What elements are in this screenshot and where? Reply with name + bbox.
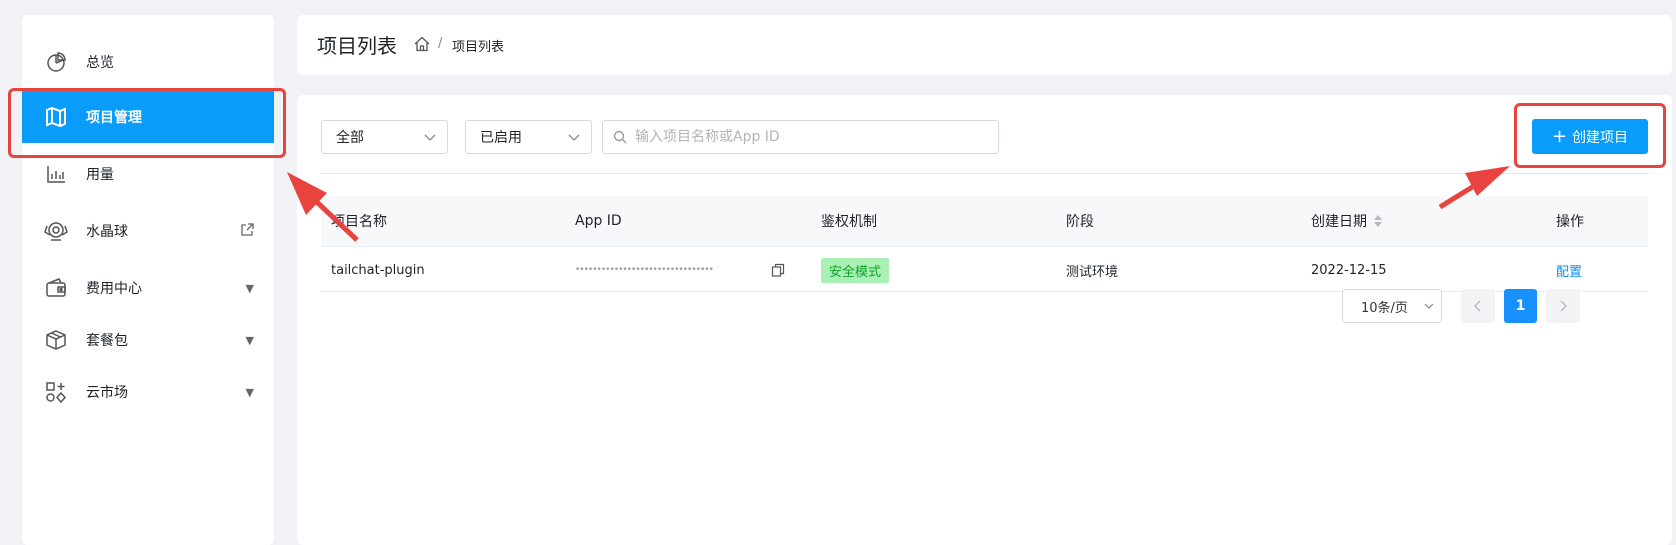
annotation-arrow-right: [1438, 166, 1510, 210]
annotation-arrow-left: [287, 172, 359, 242]
annotation-arrows: [287, 166, 1510, 242]
